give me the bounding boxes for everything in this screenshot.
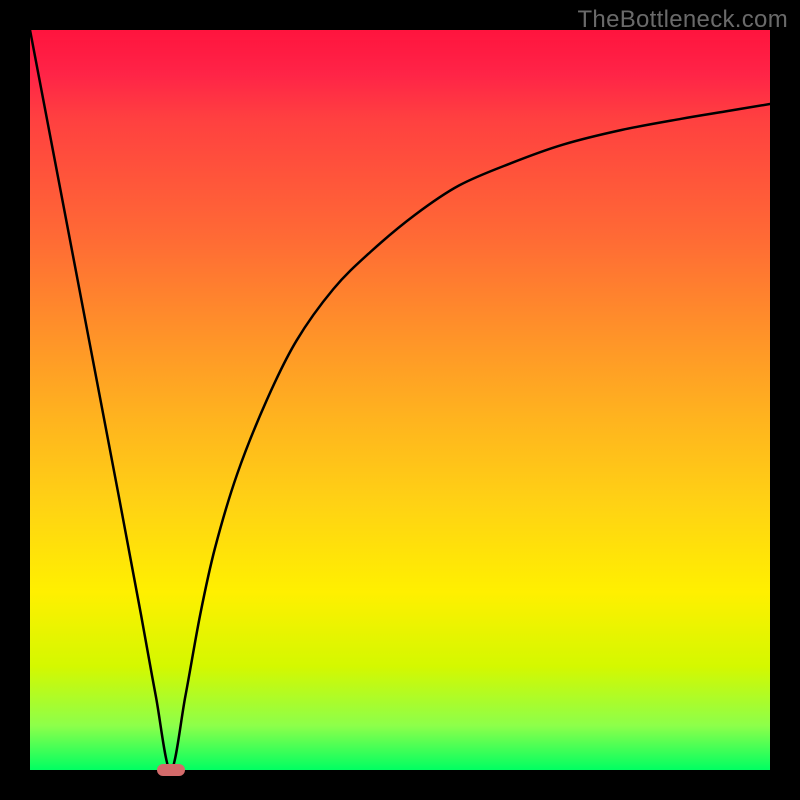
bottleneck-curve-path [30, 30, 770, 770]
chart-frame: TheBottleneck.com [0, 0, 800, 800]
plot-area [30, 30, 770, 770]
minimum-marker [157, 764, 185, 776]
curve-svg [30, 30, 770, 770]
